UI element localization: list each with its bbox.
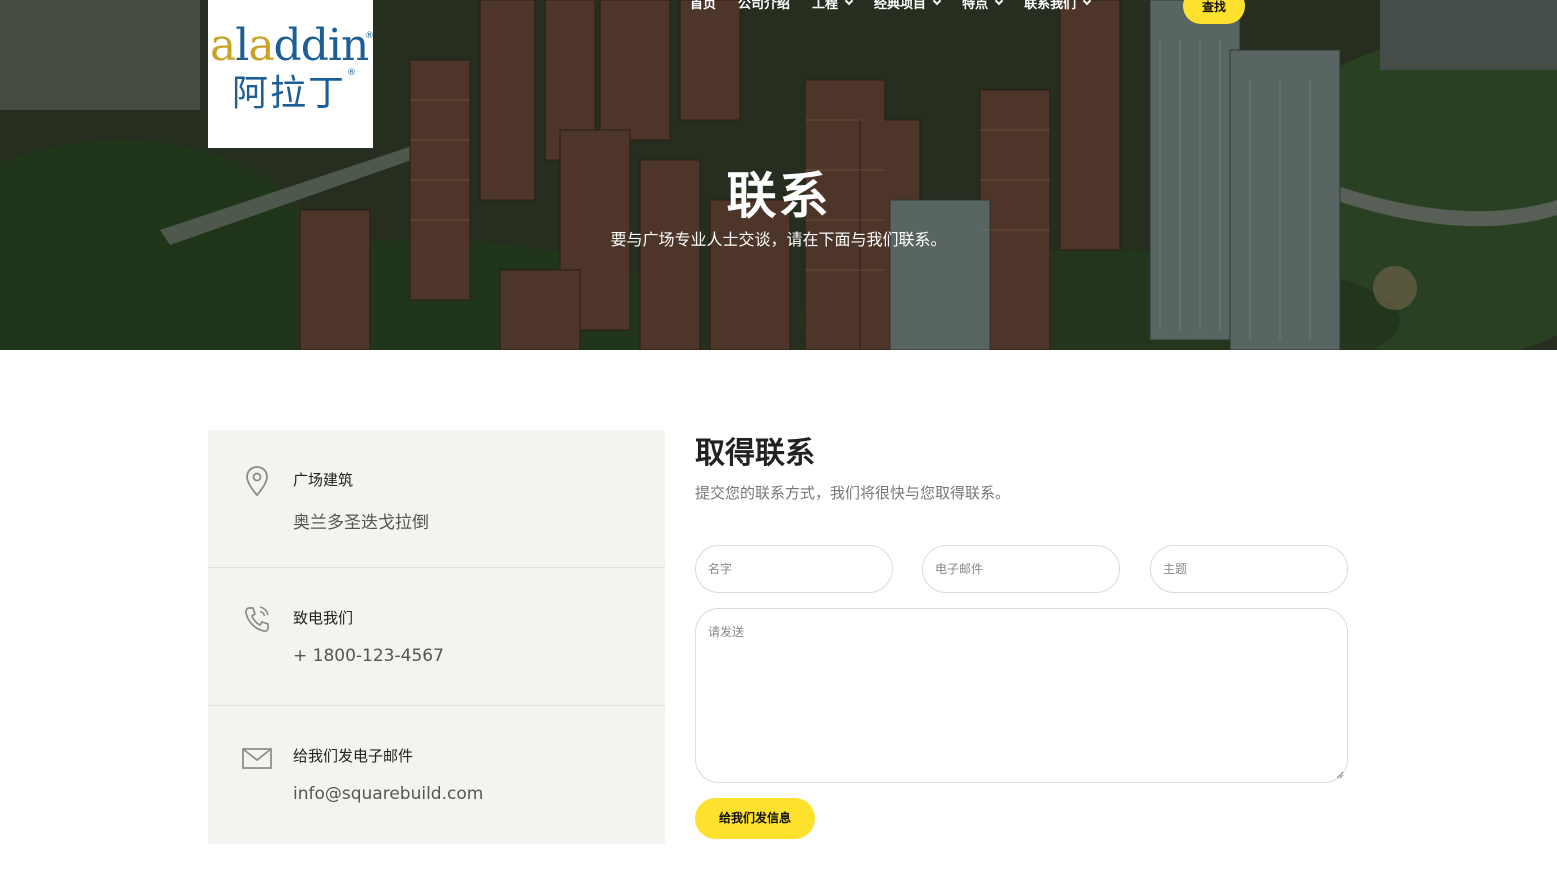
contact-info-email: 给我们发电子邮件 info@squarebuild.com — [208, 706, 665, 844]
chevron-down-icon — [1082, 0, 1092, 5]
info-title: 致电我们 — [293, 609, 354, 627]
logo-registered-mark: ® — [365, 31, 374, 41]
resize-handle-icon[interactable] — [1336, 771, 1344, 779]
page-subtitle: 要与广场专业人士交谈，请在下面与我们联系。 — [610, 230, 947, 249]
email-field[interactable]: 电子邮件 — [922, 545, 1120, 593]
subject-field[interactable]: 主题 — [1150, 545, 1348, 593]
info-value: info@squarebuild.com — [293, 784, 484, 804]
message-textarea[interactable]: 请发送 — [695, 608, 1348, 783]
nav-item-engineering[interactable]: 工程 — [812, 0, 854, 12]
info-title: 给我们发电子邮件 — [293, 747, 414, 765]
page-title: 联系 — [726, 167, 831, 225]
mail-icon — [242, 748, 272, 769]
chevron-down-icon — [932, 0, 942, 5]
contact-info-address: 广场建筑 奥兰多圣迭戈拉倒 — [208, 430, 665, 568]
location-pin-icon — [246, 466, 268, 497]
search-button[interactable]: 查找 — [1183, 0, 1245, 24]
logo-registered-mark-cn: ® — [347, 68, 356, 78]
nav-item-home[interactable]: 首页 — [690, 0, 716, 12]
hero-banner: aladdin ® 阿拉丁 ® 首页 公司介绍 工程 经典项目 特点 联系我们 … — [0, 0, 1557, 350]
main-nav: 首页 公司介绍 工程 经典项目 特点 联系我们 — [690, 0, 1112, 12]
info-value: 奥兰多圣迭戈拉倒 — [293, 513, 429, 533]
chevron-down-icon — [844, 0, 854, 5]
phone-icon — [245, 606, 269, 633]
nav-item-features[interactable]: 特点 — [962, 0, 1004, 12]
name-field[interactable]: 名字 — [695, 545, 893, 593]
info-title: 广场建筑 — [293, 471, 354, 489]
form-description: 提交您的联系方式，我们将很快与您取得联系。 — [695, 484, 1011, 502]
form-title: 取得联系 — [695, 436, 815, 471]
logo[interactable]: aladdin ® 阿拉丁 ® — [208, 0, 374, 148]
nav-item-projects[interactable]: 经典项目 — [874, 0, 942, 12]
send-message-button[interactable]: 给我们发信息 — [695, 798, 815, 839]
message-placeholder: 请发送 — [708, 625, 745, 639]
contact-info-panel: 广场建筑 奥兰多圣迭戈拉倒 致电我们 + 1800-123-4567 给我们发电… — [208, 430, 665, 844]
nav-item-about[interactable]: 公司介绍 — [738, 0, 790, 12]
logo-chinese-name: 阿拉丁 — [232, 73, 347, 114]
info-value: + 1800-123-4567 — [293, 646, 444, 666]
nav-item-contact[interactable]: 联系我们 — [1024, 0, 1092, 12]
chevron-down-icon — [994, 0, 1004, 5]
contact-info-phone: 致电我们 + 1800-123-4567 — [208, 568, 665, 706]
